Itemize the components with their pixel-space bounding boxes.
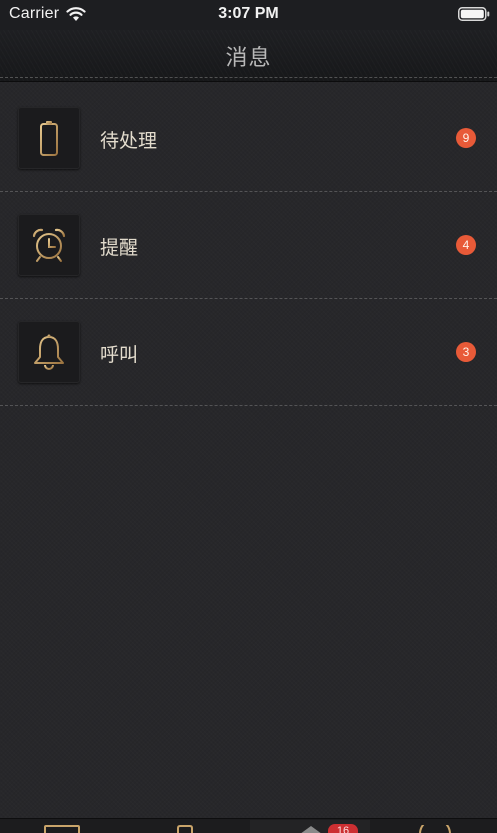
messages-screen: Carrier 3:07 PM 消息 待处理 9 提醒 4 呼叫 3 16 (0, 0, 497, 833)
tab-bar: 16 (0, 818, 497, 833)
list-item-label: 提醒 (100, 237, 139, 259)
list-item-label: 呼叫 (100, 344, 139, 366)
list-item-call[interactable]: 呼叫 3 (0, 299, 497, 406)
list-item-pending[interactable]: 待处理 9 (0, 85, 497, 192)
phone-icon (18, 107, 80, 169)
nav-stitch-divider (0, 77, 497, 78)
unread-count-badge: 4 (456, 235, 476, 255)
unread-count-badge: 9 (456, 128, 476, 148)
clock-icon[interactable] (418, 825, 452, 833)
navigation-bar: 消息 (0, 30, 497, 82)
monitor-icon[interactable] (44, 825, 80, 833)
status-bar: Carrier 3:07 PM (0, 0, 497, 30)
phone-icon[interactable] (176, 825, 194, 833)
message-category-list: 待处理 9 提醒 4 呼叫 3 (0, 85, 497, 406)
bell-icon (18, 321, 80, 383)
status-time: 3:07 PM (218, 5, 279, 22)
home-icon[interactable] (298, 825, 324, 833)
battery-icon (458, 7, 490, 21)
unread-count-badge: 3 (456, 342, 476, 362)
tab-badge: 16 (328, 824, 358, 833)
list-item-label: 待处理 (100, 130, 158, 152)
page-title: 消息 (225, 46, 272, 71)
alarm-clock-icon (18, 214, 80, 276)
list-item-reminder[interactable]: 提醒 4 (0, 192, 497, 299)
